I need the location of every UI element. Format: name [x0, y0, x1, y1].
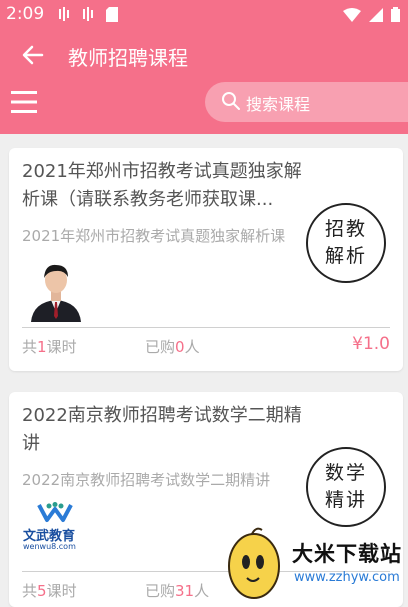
signal-icon: [369, 7, 383, 22]
search-input[interactable]: 搜索课程: [205, 82, 408, 122]
site-watermark: 大米下载站 www.zzhyw.com: [222, 526, 408, 602]
purchase-count: 已购31人: [145, 582, 210, 600]
wenwu-logo-icon: [37, 502, 73, 522]
mascot-icon: [228, 527, 280, 599]
notification-icons: [58, 7, 118, 22]
watermark-url: www.zzhyw.com: [294, 570, 400, 585]
course-subtitle: 2022南京教师招聘考试数学二期精讲: [22, 471, 271, 489]
watermark-name: 大米下载站: [292, 542, 402, 566]
course-title: 2021年郑州市招教考试真题独家解析课（请联系教务老师获取课...: [22, 161, 302, 210]
badge-line: 数学: [324, 462, 367, 484]
sd-card-icon: [106, 7, 118, 22]
course-subtitle: 2021年郑州市招教考试真题独家解析课: [22, 227, 286, 245]
course-category-badge: 数学 精讲: [306, 447, 386, 527]
wifi-icon: [343, 7, 361, 22]
card-divider: [22, 327, 390, 328]
teacher-avatar: [27, 258, 85, 322]
wenwu-logo: 文武教育 wenwu8.com: [23, 502, 101, 552]
status-bar: 2:09: [0, 0, 408, 30]
notification-icon: [83, 7, 93, 21]
lesson-count: 共5课时: [22, 582, 77, 600]
lesson-count: 共1课时: [22, 338, 77, 356]
course-title: 2022南京教师招聘考试数学二期精讲: [22, 405, 302, 454]
menu-icon[interactable]: [10, 89, 38, 115]
badge-line: 解析: [324, 245, 367, 267]
course-card[interactable]: 2021年郑州市招教考试真题独家解析课（请联系教务老师获取课... 2021年郑…: [9, 148, 403, 371]
badge-line: 招教: [324, 218, 367, 240]
course-price: ¥1.0: [352, 334, 390, 354]
search-placeholder: 搜索课程: [246, 95, 311, 114]
purchase-count: 已购0人: [145, 338, 200, 356]
back-arrow-icon[interactable]: [18, 40, 48, 70]
system-icons: [343, 7, 400, 22]
course-category-badge: 招教 解析: [306, 203, 386, 283]
app-bar: 教师招聘课程 搜索课程: [0, 30, 408, 134]
logo-url: wenwu8.com: [23, 542, 76, 551]
status-time: 2:09: [6, 4, 45, 24]
search-icon: [222, 92, 240, 110]
battery-icon: [391, 7, 400, 22]
notification-icon: [59, 7, 69, 21]
page-title: 教师招聘课程: [68, 46, 188, 70]
badge-line: 精讲: [324, 489, 367, 511]
course-stats: 共1课时 已购0人 ¥1.0: [22, 334, 390, 358]
